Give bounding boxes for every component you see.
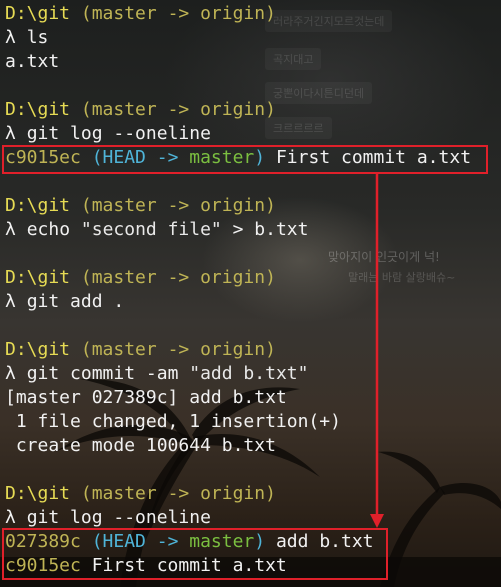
prompt-line: D:\git (master -> origin) — [5, 98, 501, 122]
prompt-line: D:\git (master -> origin) — [5, 338, 501, 362]
lambda-prompt-symbol: λ — [5, 27, 16, 48]
prompt-branch: (master -> origin) — [80, 483, 276, 504]
prompt-path: D:\git — [5, 99, 71, 120]
command-string: "add b.txt" — [189, 363, 309, 384]
prompt-path: D:\git — [5, 195, 71, 216]
prompt-branch: (master -> origin) — [80, 195, 276, 216]
command-line: λ echo "second file" > b.txt — [5, 218, 501, 242]
command-text: ls — [26, 27, 49, 48]
command-line: λ ls — [5, 26, 501, 50]
output-line: [master 027389c] add b.txt — [5, 387, 287, 408]
prompt-path: D:\git — [5, 339, 71, 360]
lambda-prompt-symbol: λ — [5, 363, 16, 384]
prompt-branch: (master -> origin) — [80, 99, 276, 120]
command-line: λ git commit -am "add b.txt" — [5, 362, 501, 386]
command-line: λ git add . — [5, 290, 501, 314]
output-line: create mode 100644 b.txt — [5, 435, 276, 456]
prompt-line: D:\git (master -> origin) — [5, 2, 501, 26]
output-line: a.txt — [5, 51, 60, 72]
prompt-branch: (master -> origin) — [80, 267, 276, 288]
prompt-path: D:\git — [5, 267, 71, 288]
highlight-box-first-log — [2, 145, 488, 174]
command-text: > b.txt — [232, 219, 309, 240]
highlight-box-second-log — [2, 528, 388, 580]
command-text: git add . — [26, 291, 125, 312]
prompt-line: D:\git (master -> origin) — [5, 194, 501, 218]
prompt-branch: (master -> origin) — [80, 3, 276, 24]
command-string: "second file" — [80, 219, 222, 240]
prompt-line: D:\git (master -> origin) — [5, 482, 501, 506]
lambda-prompt-symbol: λ — [5, 291, 16, 312]
lambda-prompt-symbol: λ — [5, 507, 16, 528]
command-text: git log --oneline — [26, 507, 211, 528]
command-text: echo — [26, 219, 71, 240]
lambda-prompt-symbol: λ — [5, 219, 16, 240]
command-text: git log --oneline — [26, 123, 211, 144]
output-line: 1 file changed, 1 insertion(+) — [5, 411, 341, 432]
command-line: λ git log --oneline — [5, 506, 501, 530]
lambda-prompt-symbol: λ — [5, 123, 16, 144]
command-line: λ git log --oneline — [5, 122, 501, 146]
terminal-output: D:\git (master -> origin) λ ls a.txt D:\… — [5, 2, 501, 578]
prompt-path: D:\git — [5, 483, 71, 504]
prompt-line: D:\git (master -> origin) — [5, 266, 501, 290]
prompt-path: D:\git — [5, 3, 71, 24]
command-text: git commit -am — [26, 363, 179, 384]
prompt-branch: (master -> origin) — [80, 339, 276, 360]
terminal-window[interactable]: 러라주거긴지모르것는데 곡지대고 궁뽄이다시튼디던데 크르르르르 맞아지이 인긋… — [0, 0, 501, 587]
